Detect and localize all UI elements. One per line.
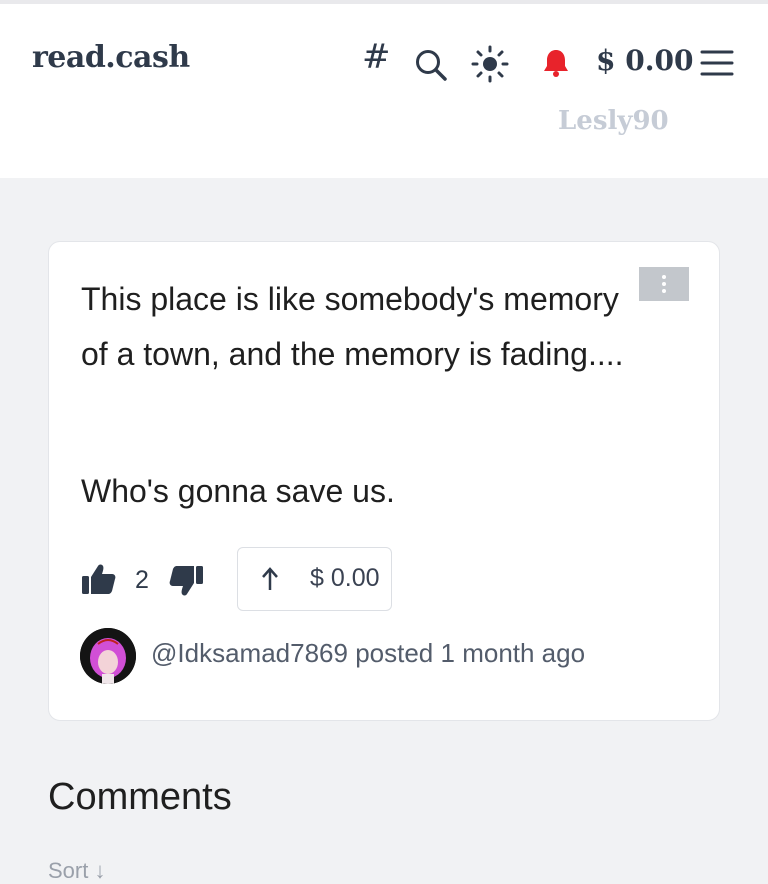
hash-icon[interactable]: # xyxy=(362,40,391,74)
thumbs-down-icon[interactable] xyxy=(167,564,205,598)
site-header: read.cash # $ 0.00 Lesly90 xyxy=(0,4,768,178)
post-body: This place is like somebody's memory of … xyxy=(81,272,641,382)
search-icon[interactable] xyxy=(414,48,448,82)
post-paragraph: Who's gonna save us. xyxy=(81,473,395,509)
tip-amount: $ 0.00 xyxy=(310,564,380,592)
post-paragraph: This place is like somebody's memory of … xyxy=(81,281,624,372)
post-card: This place is like somebody's memory of … xyxy=(48,241,720,721)
tip-button[interactable]: $ 0.00 xyxy=(237,547,392,611)
like-count: 2 xyxy=(135,566,149,594)
arrow-up-icon xyxy=(262,567,278,590)
post-time: 1 month ago xyxy=(440,638,586,668)
sort-dropdown[interactable]: Sort ↓ xyxy=(48,858,105,884)
username-link[interactable]: Lesly90 xyxy=(558,106,669,136)
post-byline: @Idksamad7869 posted 1 month ago xyxy=(151,638,585,669)
bell-icon[interactable] xyxy=(542,48,570,78)
menu-icon[interactable] xyxy=(700,48,734,78)
more-vertical-icon xyxy=(662,275,666,293)
site-logo[interactable]: read.cash xyxy=(32,40,190,75)
sun-icon[interactable] xyxy=(470,44,510,84)
author-avatar[interactable] xyxy=(80,628,136,684)
author-link[interactable]: @Idksamad7869 xyxy=(151,638,348,668)
posted-label: posted xyxy=(355,638,434,668)
post-options-button[interactable] xyxy=(639,267,689,301)
wallet-balance[interactable]: $ 0.00 xyxy=(596,44,693,77)
thumbs-up-icon[interactable] xyxy=(81,562,117,596)
comments-heading: Comments xyxy=(48,776,232,818)
